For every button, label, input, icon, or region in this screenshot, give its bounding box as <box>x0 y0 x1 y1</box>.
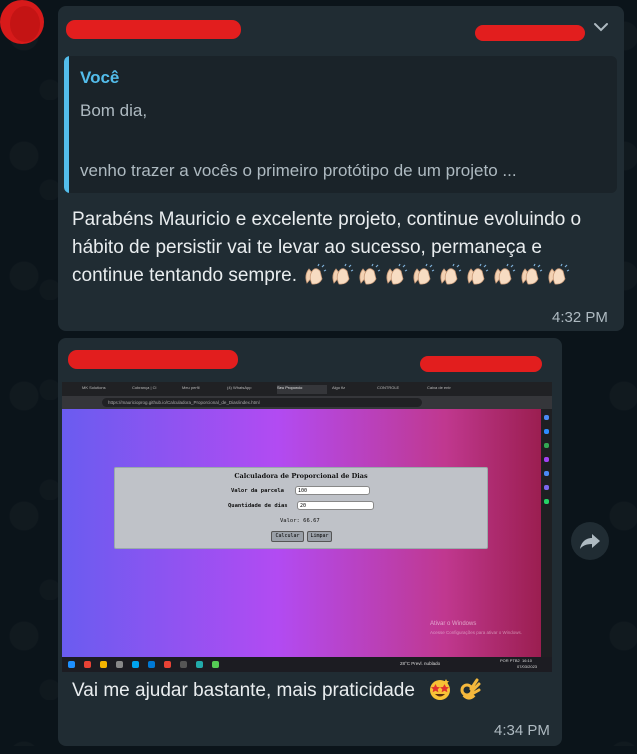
forward-arrow-icon <box>580 534 600 549</box>
clock-date: 07/03/2023 <box>517 664 538 669</box>
browser-tab-bar: MK Solutions Cobrança | Cl Meu perfil (4… <box>62 382 552 396</box>
message-time: 4:32 PM <box>552 309 608 326</box>
calculator-panel: Calculadora de Proporcional de Dias Valo… <box>114 467 488 549</box>
browser-tab: Algo fiz <box>332 385 346 390</box>
message-caption: Vai me ajudar bastante, mais praticidade <box>72 677 481 707</box>
sender-avatar[interactable] <box>0 0 44 44</box>
result-text: Valor: 66.67 <box>280 518 320 524</box>
windows-activation-title: Ativar o Windows <box>430 621 477 627</box>
taskbar-app-icon <box>100 661 107 668</box>
language-text: POR PTB2 <box>500 658 520 663</box>
message-bubble-1[interactable]: Você Bom dia, venho trazer a vocês o pri… <box>58 6 624 331</box>
clapping-hands-icon <box>383 263 410 285</box>
windows-activation-subtitle: Acesse Configurações para ativar o Windo… <box>430 630 523 635</box>
bottom-edge <box>0 746 637 754</box>
caption-text: Vai me ajudar bastante, mais praticidade <box>72 680 415 701</box>
message-time: 4:34 PM <box>494 722 550 739</box>
clapping-hands-icon <box>302 263 329 285</box>
star-struck-emoji <box>428 677 454 707</box>
sidebar-app-icon <box>544 485 549 490</box>
clapping-hands-icon <box>437 263 464 285</box>
sidebar-app-icon <box>544 471 549 476</box>
forward-button[interactable] <box>571 522 609 560</box>
clear-button: Limpar <box>307 531 332 542</box>
weather-text: 28°C Prevl. nublado <box>400 661 441 666</box>
sidebar-app-icon <box>544 429 549 434</box>
calculator-title: Calculadora de Proporcional de Dias <box>234 472 368 480</box>
quote-line-2: venho trazer a vocês o primeiro protótip… <box>80 161 517 180</box>
browser-tab-active: Seu Proporcio <box>277 385 327 394</box>
browser-sidebar <box>541 409 552 657</box>
sidebar-app-icon <box>544 457 549 462</box>
clapping-emoji-group <box>302 263 572 286</box>
redacted-sender-name <box>66 20 241 39</box>
clapping-hands-icon <box>410 263 437 285</box>
clapping-hands-icon <box>491 263 518 285</box>
screenshot-image[interactable]: MK Solutions Cobrança | Cl Meu perfil (4… <box>62 382 552 672</box>
taskbar-app-icon <box>132 661 139 668</box>
chrome-icon <box>84 661 91 668</box>
redacted-sender-name <box>68 350 238 369</box>
clapping-hands-icon <box>545 263 572 285</box>
chevron-down-icon[interactable] <box>592 18 610 36</box>
taskbar-app-icon <box>164 661 171 668</box>
redacted-phone-number <box>420 356 542 372</box>
quote-author: Você <box>80 68 120 87</box>
quoted-message[interactable]: Você Bom dia, venho trazer a vocês o pri… <box>64 56 617 193</box>
windows-taskbar: 28°C Prevl. nublado POR PTB2 16:10 07/03… <box>62 657 552 672</box>
taskbar-app-icon <box>148 661 155 668</box>
sidebar-app-icon <box>544 415 549 420</box>
sidebar-app-icon <box>544 499 549 504</box>
redacted-phone-number <box>475 25 585 41</box>
browser-address-bar: https://mauricioprog.github.io/Calculado… <box>62 396 552 409</box>
web-page: Calculadora de Proporcional de Dias Valo… <box>62 409 541 657</box>
browser-tab: CONTROLE <box>377 385 400 390</box>
quote-line-1: Bom dia, <box>80 101 148 120</box>
parcela-input: 100 <box>295 486 370 495</box>
browser-tab: Meu perfil <box>182 385 200 390</box>
clapping-hands-icon <box>329 263 356 285</box>
dias-input: 20 <box>297 501 374 510</box>
parcela-label: Valor da parcela <box>231 488 284 494</box>
clapping-hands-icon <box>464 263 491 285</box>
clock-time: 16:10 <box>522 658 533 663</box>
sidebar-app-icon <box>544 443 549 448</box>
browser-tab: Caixa de entr <box>427 385 451 390</box>
taskbar-app-icon <box>212 661 219 668</box>
ok-hand-emoji <box>459 677 481 707</box>
calculate-button: Calcular <box>271 531 304 542</box>
browser-tab: Cobrança | Cl <box>132 385 157 390</box>
browser-tab: (4) WhatsApp <box>227 385 252 390</box>
taskbar-app-icon <box>116 661 123 668</box>
browser-tab: MK Solutions <box>82 385 106 390</box>
browser-url: https://mauricioprog.github.io/Calculado… <box>102 398 422 407</box>
message-bubble-2[interactable]: MK Solutions Cobrança | Cl Meu perfil (4… <box>58 338 562 746</box>
dias-label: Quantidade de dias <box>228 503 288 509</box>
clapping-hands-icon <box>518 263 545 285</box>
message-text: Parabéns Mauricio e excelente projeto, c… <box>72 206 617 290</box>
clapping-hands-icon <box>356 263 383 285</box>
taskbar-app-icon <box>180 661 187 668</box>
windows-start-icon <box>68 661 75 668</box>
taskbar-app-icon <box>196 661 203 668</box>
